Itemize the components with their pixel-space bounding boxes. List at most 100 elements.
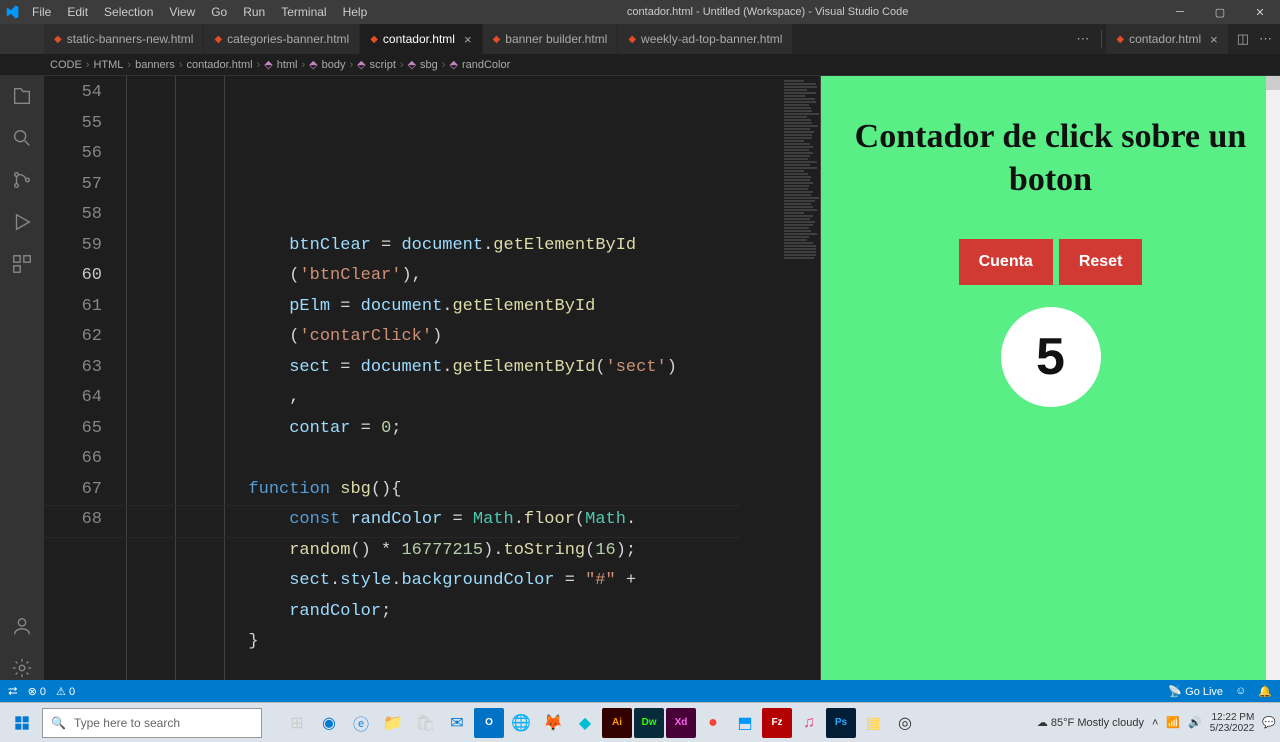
counter-value: 5 xyxy=(1036,327,1065,387)
explorer-app-icon[interactable]: 📁 xyxy=(378,708,408,738)
cuenta-button[interactable]: Cuenta xyxy=(959,239,1053,285)
menu-run[interactable]: Run xyxy=(235,5,273,19)
itunes-icon[interactable]: ♫ xyxy=(794,708,824,738)
run-debug-icon[interactable] xyxy=(10,210,34,234)
settings-icon[interactable] xyxy=(10,656,34,680)
volume-icon[interactable]: 🔊 xyxy=(1188,716,1202,729)
breadcrumb-item[interactable]: banners xyxy=(135,59,175,71)
store-icon[interactable]: 🛍 xyxy=(410,708,440,738)
breadcrumb-item[interactable]: sbg xyxy=(420,59,438,71)
editor-tab[interactable]: ◆ contador.html × xyxy=(1106,24,1228,54)
outlook-icon[interactable]: O xyxy=(474,708,504,738)
breadcrumb-item[interactable]: CODE xyxy=(50,59,82,71)
html-file-icon: ◆ xyxy=(370,34,378,45)
breadcrumb-item[interactable]: HTML xyxy=(93,59,123,71)
editor-tab[interactable]: ◆weekly-ad-top-banner.html xyxy=(618,24,793,54)
menu-view[interactable]: View xyxy=(161,5,203,19)
vscode-app-icon[interactable]: ⬒ xyxy=(730,708,760,738)
filezilla-icon[interactable]: Fz xyxy=(762,708,792,738)
close-tab-icon[interactable]: × xyxy=(1210,32,1218,47)
chrome-icon[interactable]: 🌐 xyxy=(506,708,536,738)
dreamweaver-icon[interactable]: Dw xyxy=(634,708,664,738)
window-title: contador.html - Untitled (Workspace) - V… xyxy=(375,6,1160,18)
counter-circle: 5 xyxy=(1001,307,1101,407)
app-icon-3[interactable]: ▦ xyxy=(858,708,888,738)
photoshop-icon[interactable]: Ps xyxy=(826,708,856,738)
menu-help[interactable]: Help xyxy=(335,5,376,19)
html-file-icon: ◆ xyxy=(54,34,62,45)
preview-scrollbar[interactable] xyxy=(1266,76,1280,680)
breadcrumb-item[interactable]: contador.html xyxy=(187,59,253,71)
status-bar: ⮂ ⊗ 0 ⚠ 0 📡 Go Live ☺ 🔔 xyxy=(0,680,1280,702)
weather-widget[interactable]: ☁ 85°F Mostly cloudy xyxy=(1037,716,1144,729)
start-button[interactable] xyxy=(4,707,40,739)
breadcrumb-item[interactable]: body xyxy=(322,59,346,71)
maximize-button[interactable]: ▢ xyxy=(1200,6,1240,19)
split-editor-icon[interactable]: ◫ xyxy=(1237,31,1249,47)
errors-count[interactable]: ⊗ 0 xyxy=(28,685,46,698)
title-bar: File Edit Selection View Go Run Terminal… xyxy=(0,0,1280,24)
menu-file[interactable]: File xyxy=(24,5,59,19)
firefox-icon[interactable]: 🦊 xyxy=(538,708,568,738)
taskbar-search[interactable]: 🔍 Type here to search xyxy=(42,708,262,738)
remote-icon[interactable]: ⮂ xyxy=(8,684,18,699)
source-control-icon[interactable] xyxy=(10,168,34,192)
minimize-button[interactable]: ─ xyxy=(1160,6,1200,19)
obs-icon[interactable]: ◎ xyxy=(890,708,920,738)
minimap[interactable] xyxy=(780,76,820,680)
editor-tab[interactable]: ◆ banner builder.html xyxy=(483,24,619,54)
network-icon[interactable]: 📶 xyxy=(1166,716,1180,729)
editor-tab[interactable]: ◆ contador.html × xyxy=(360,24,482,54)
code-editor[interactable]: 545556575859606162636465666768 btnClear … xyxy=(44,76,820,680)
html-file-icon: ◆ xyxy=(628,34,636,45)
search-placeholder: Type here to search xyxy=(74,716,180,730)
menu-terminal[interactable]: Terminal xyxy=(273,5,334,19)
mail-icon[interactable]: ✉ xyxy=(442,708,472,738)
live-preview-pane: Contador de click sobre un boton Cuenta … xyxy=(820,76,1280,680)
breadcrumb[interactable]: CODE›HTML›banners›contador.html›⬘html›⬘b… xyxy=(0,54,1280,76)
go-live-button[interactable]: 📡 Go Live xyxy=(1168,685,1223,698)
breadcrumb-item[interactable]: randColor xyxy=(462,59,510,71)
task-view-icon[interactable]: ⊞ xyxy=(282,708,312,738)
explorer-icon[interactable] xyxy=(10,84,34,108)
tab-label: static-banners-new.html xyxy=(67,32,194,46)
preview-heading: Contador de click sobre un boton xyxy=(833,116,1268,201)
menu-go[interactable]: Go xyxy=(203,5,235,19)
edge-icon[interactable]: ◉ xyxy=(314,708,344,738)
notifications-icon[interactable]: 🔔 xyxy=(1258,685,1272,698)
breadcrumb-item[interactable]: script xyxy=(370,59,396,71)
vscode-icon xyxy=(0,5,24,19)
tab-overflow-button[interactable]: ⋯ xyxy=(1076,31,1089,47)
editor-tab[interactable]: ◆ static-banners-new.html xyxy=(44,24,204,54)
search-icon[interactable] xyxy=(10,126,34,150)
reset-button[interactable]: Reset xyxy=(1059,239,1143,285)
editor-tab[interactable]: ◆categories-banner.html xyxy=(204,24,360,54)
more-actions-icon[interactable]: ⋯ xyxy=(1259,31,1272,47)
warnings-count[interactable]: ⚠ 0 xyxy=(56,685,75,698)
illustrator-icon[interactable]: Ai xyxy=(602,708,632,738)
search-icon: 🔍 xyxy=(51,716,66,730)
ie-icon[interactable]: ⓔ xyxy=(346,708,376,738)
tab-label: contador.html xyxy=(1129,32,1201,46)
app-icon-2[interactable]: ● xyxy=(698,708,728,738)
xd-icon[interactable]: Xd xyxy=(666,708,696,738)
breadcrumb-item[interactable]: html xyxy=(277,59,298,71)
tab-label: categories-banner.html xyxy=(227,32,349,46)
action-center-icon[interactable]: 💬 xyxy=(1262,716,1276,729)
tray-chevron-icon[interactable]: ˄ xyxy=(1152,717,1158,729)
windows-taskbar: 🔍 Type here to search ⊞ ◉ ⓔ 📁 🛍 ✉ O 🌐 🦊 … xyxy=(0,702,1280,742)
feedback-icon[interactable]: ☺ xyxy=(1235,685,1246,697)
accounts-icon[interactable] xyxy=(10,614,34,638)
tab-label: banner builder.html xyxy=(505,32,607,46)
editor-tabs-left: ◆static-banners-new.html◆categories-bann… xyxy=(44,24,1068,54)
extensions-icon[interactable] xyxy=(10,252,34,276)
menu-edit[interactable]: Edit xyxy=(59,5,96,19)
close-window-button[interactable]: ✕ xyxy=(1240,6,1280,19)
app-icon-1[interactable]: ◆ xyxy=(570,708,600,738)
menu-selection[interactable]: Selection xyxy=(96,5,161,19)
tab-label: contador.html xyxy=(383,32,455,46)
html-file-icon: ◆ xyxy=(1116,34,1124,45)
close-tab-icon[interactable]: × xyxy=(464,32,472,47)
clock[interactable]: 12:22 PM 5/23/2022 xyxy=(1210,712,1255,734)
html-file-icon: ◆ xyxy=(493,34,501,45)
